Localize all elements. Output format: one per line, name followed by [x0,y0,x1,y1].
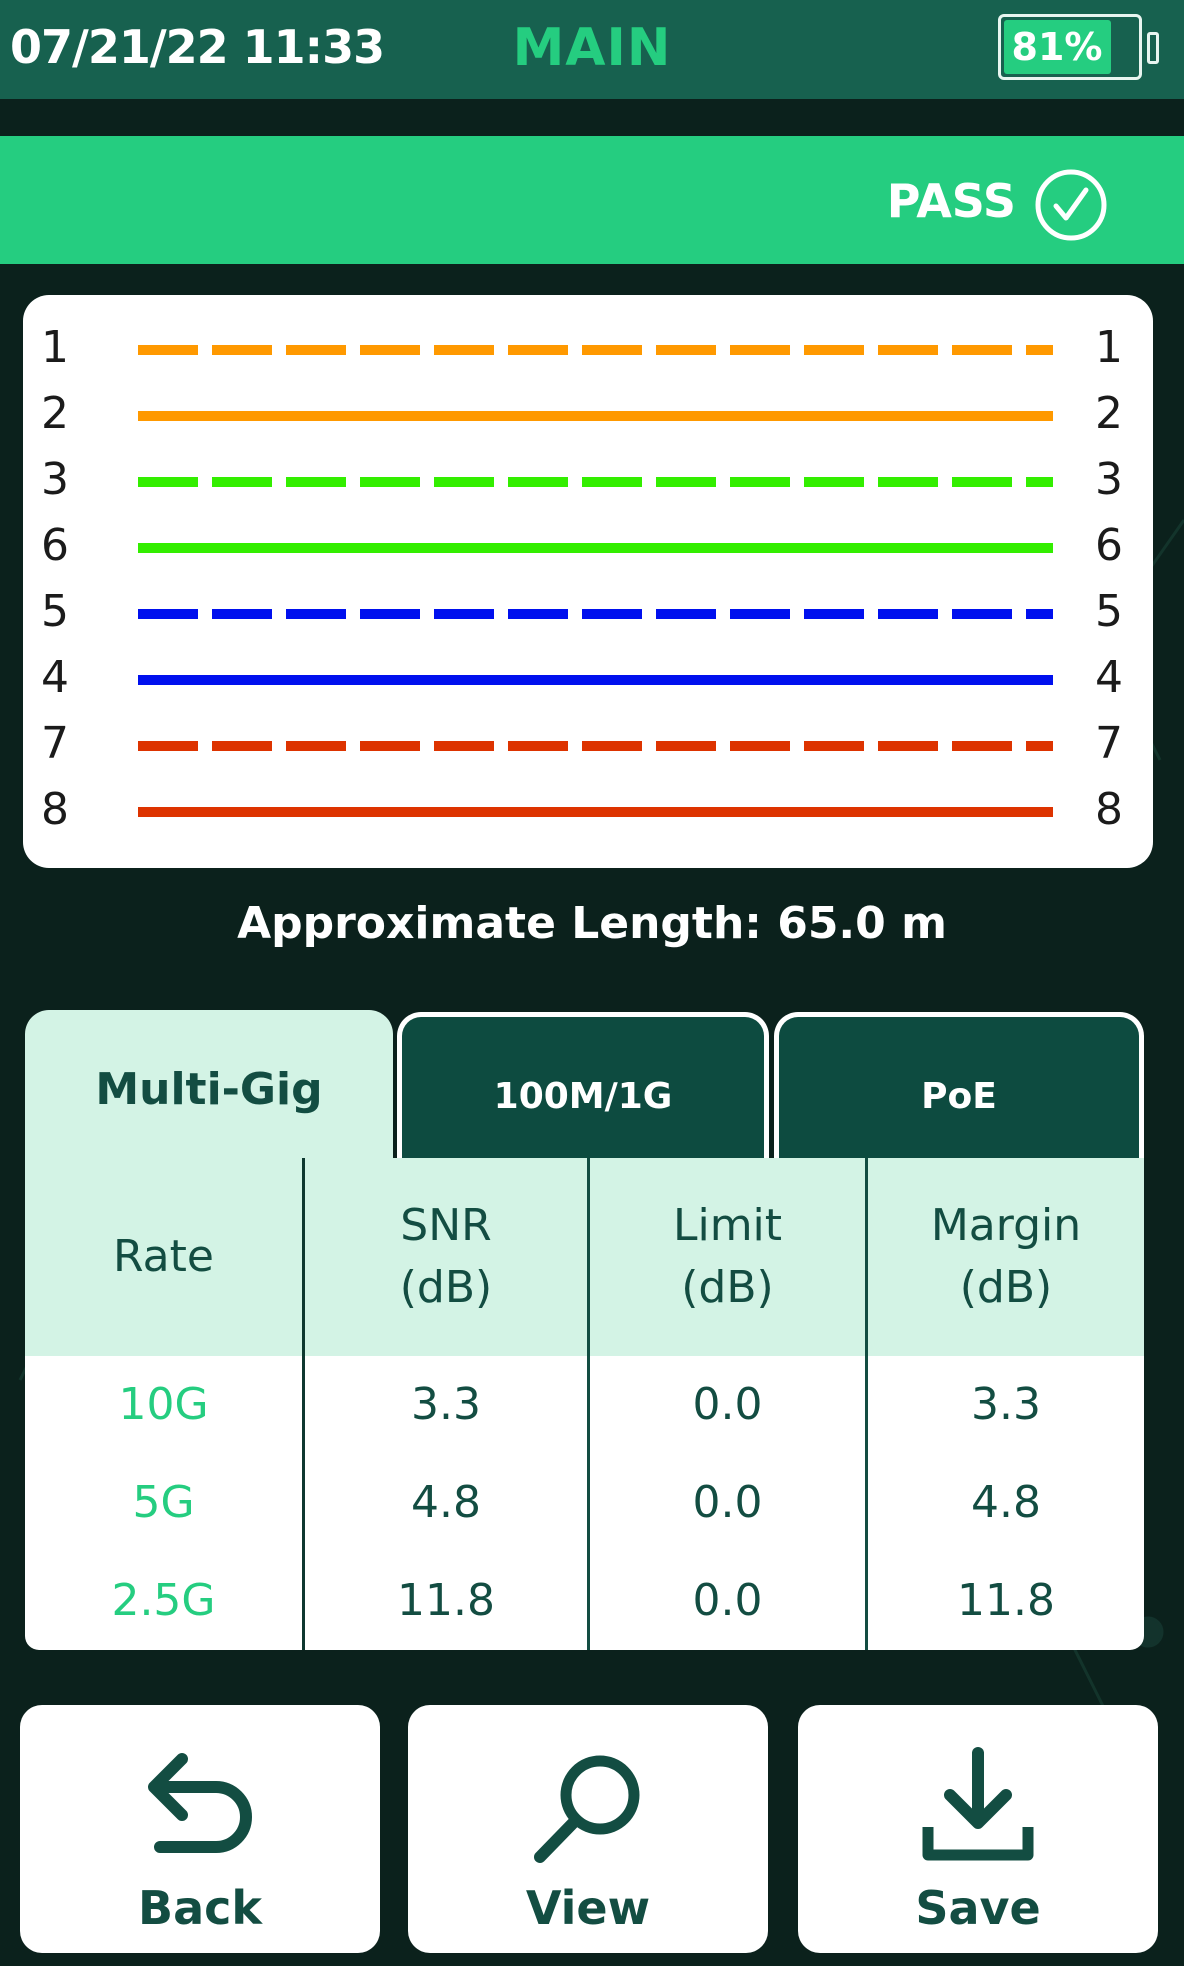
save-button[interactable]: Save [798,1705,1158,1953]
tab-100m-1g[interactable]: 100M/1G [397,1012,769,1170]
battery-tip [1147,32,1159,64]
cell-rate: 5G [132,1477,195,1528]
header-rate: Rate [113,1231,214,1282]
header-margin: Margin (dB) [930,1200,1082,1313]
pin-label-right: 1 [1095,322,1123,373]
result-banner: PASS [0,136,1184,264]
status-bar: 07/21/22 11:33 MAIN 81% [0,0,1184,99]
wiremap-lines [138,345,1053,817]
pin-label-left: 2 [41,388,69,439]
header-snr: SNR (dB) [399,1200,493,1313]
pin-label-right: 5 [1095,586,1123,637]
check-circle-icon [1035,169,1107,241]
pin-label-right: 7 [1095,718,1123,769]
cell-snr: 4.8 [411,1477,481,1528]
table-header: Rate SNR (dB) Limit (dB) Margin (dB) [25,1158,1144,1356]
pin-label-right: 3 [1095,454,1123,505]
cell-limit: 0.0 [692,1477,763,1528]
cell-rate: 2.5G [111,1575,216,1626]
tab-multi-gig[interactable]: Multi-Gig [25,1010,393,1170]
approximate-length: Approximate Length: 65.0 m [237,898,947,949]
cell-margin: 3.3 [971,1379,1041,1430]
download-icon [922,1747,1034,1861]
cell-snr: 3.3 [411,1379,481,1430]
save-button-label: Save [915,1881,1041,1935]
snr-table: Rate SNR (dB) Limit (dB) Margin (dB) 10G… [25,1158,1144,1650]
view-button-label: View [525,1881,651,1935]
battery-indicator: 81% [998,14,1142,80]
back-button-label: Back [138,1881,262,1935]
cell-limit: 0.0 [692,1379,763,1430]
pin-label-right: 6 [1095,520,1123,571]
back-arrow-icon [148,1753,252,1853]
tab-poe[interactable]: PoE [774,1012,1144,1170]
cell-limit: 0.0 [692,1575,763,1626]
pin-label-right: 8 [1095,784,1123,835]
view-button[interactable]: View [408,1705,768,1953]
battery-percent: 81% [1011,25,1103,69]
header-limit: Limit (dB) [672,1200,783,1313]
pin-label-left: 5 [41,586,69,637]
cell-rate: 10G [118,1379,209,1430]
cell-margin: 4.8 [971,1477,1041,1528]
result-label: PASS [886,174,1016,228]
pin-label-right: 4 [1095,652,1123,703]
pin-label-left: 3 [41,454,69,505]
pin-label-right: 2 [1095,388,1123,439]
pin-label-left: 8 [41,784,69,835]
cell-margin: 11.8 [957,1575,1055,1626]
wiremap-panel: 1 1 2 2 3 3 6 6 5 5 4 4 7 7 8 8 [23,295,1153,868]
back-button[interactable]: Back [20,1705,380,1953]
pin-label-left: 6 [41,520,69,571]
pin-label-left: 4 [41,652,69,703]
pin-label-left: 7 [41,718,69,769]
cell-snr: 11.8 [397,1575,495,1626]
pin-label-left: 1 [41,322,69,373]
magnifier-icon [534,1755,640,1863]
tester-screen: 07/21/22 11:33 MAIN 81% PASS 1 1 2 2 3 3 6 6 5 5 4… [0,0,1184,1966]
